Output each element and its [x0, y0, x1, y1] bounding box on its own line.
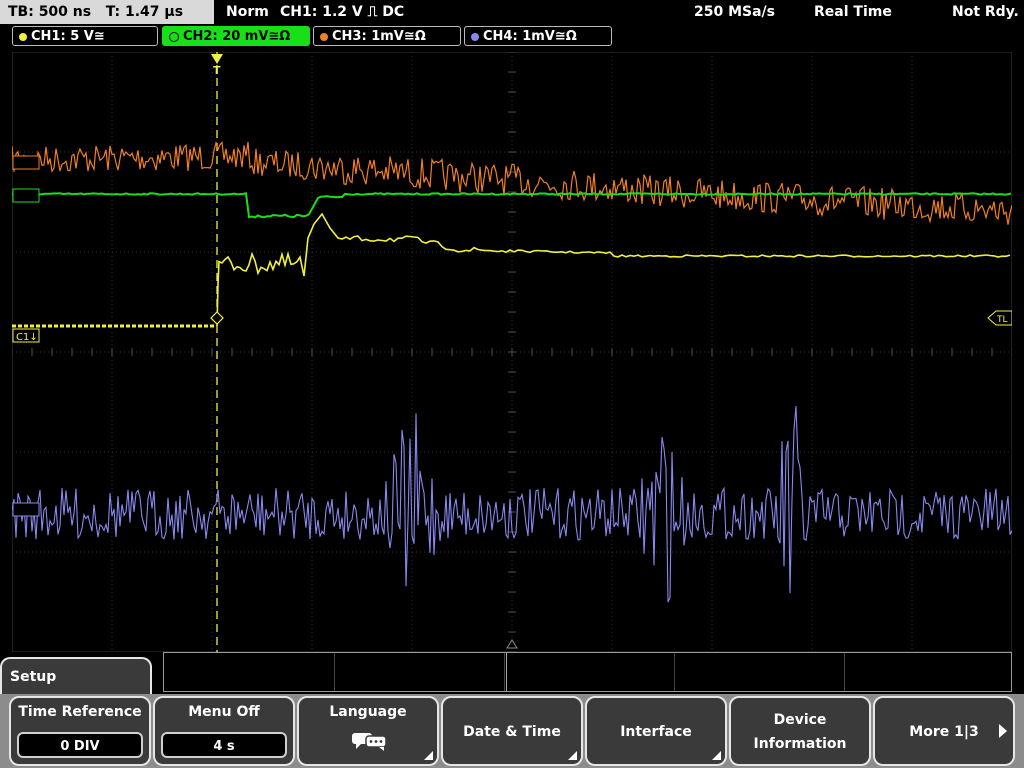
ch1-color-icon — [19, 32, 27, 41]
ch2-color-icon — [169, 31, 179, 42]
trigger-time-value: T: 1.47 µs — [105, 4, 184, 20]
menu-title-tab: Setup — [0, 657, 152, 697]
channel-bar: CH1: 5 V≅ CH2: 20 mV≅Ω CH3: 1mV≅Ω CH4: 1… — [0, 26, 1024, 48]
ch3-button[interactable]: CH3: 1mV≅Ω — [313, 26, 461, 46]
more-label: More 1|3 — [909, 724, 979, 740]
ch1-label: CH1: 5 V≅ — [31, 29, 105, 44]
acquisition-mode: Real Time — [814, 4, 892, 20]
date-time-label: Date & Time — [463, 724, 561, 740]
date-time-softkey[interactable]: Date & Time — [441, 696, 583, 766]
ch1-offset-marker[interactable]: C1↓ — [16, 332, 38, 343]
trigger-level-marker[interactable]: TL — [996, 315, 1008, 325]
time-reference-label: Time Reference — [18, 704, 142, 720]
ch3-label: CH3: 1mV≅Ω — [332, 29, 426, 44]
ch2-label: CH2: 20 mV≅Ω — [183, 29, 291, 44]
acquisition-status: Not Rdy. — [952, 4, 1019, 20]
ch2-offset-marker — [12, 188, 40, 203]
next-page-arrow-icon — [999, 724, 1007, 738]
device-information-line2: Information — [753, 736, 847, 752]
ch4-color-icon — [471, 32, 479, 41]
ch1-button[interactable]: CH1: 5 V≅ — [12, 26, 158, 46]
device-information-line1: Device — [773, 712, 827, 728]
overview-strip — [163, 652, 1012, 692]
ch4-offset-marker — [12, 502, 40, 517]
timebase-value: TB: 500 ns — [8, 4, 92, 20]
ch3-offset-marker — [12, 155, 40, 170]
ch3-color-icon — [320, 32, 328, 41]
menu-off-softkey[interactable]: Menu Off 4 s — [153, 696, 295, 766]
language-label: Language — [329, 704, 407, 720]
menu-off-value: 4 s — [161, 732, 287, 758]
submenu-corner-icon — [712, 751, 721, 760]
ch2-button[interactable]: CH2: 20 mV≅Ω — [162, 26, 310, 46]
waveform-display[interactable]: T C1↓ TL — [12, 52, 1012, 652]
device-information-softkey[interactable]: Device Information — [729, 696, 871, 766]
trigger-source[interactable]: CH1: 1.2 V ⎍ DC — [280, 0, 404, 24]
trigger-mode[interactable]: Norm — [226, 0, 269, 24]
more-softkey[interactable]: More 1|3 — [873, 696, 1015, 766]
sample-rate: 250 MSa/s — [694, 4, 776, 20]
ch4-label: CH4: 1mV≅Ω — [483, 29, 577, 44]
language-softkey[interactable]: Language — [297, 696, 439, 766]
time-reference-softkey[interactable]: Time Reference 0 DIV — [9, 696, 151, 766]
speech-bubbles-icon — [352, 733, 387, 751]
time-reference-value: 0 DIV — [17, 732, 143, 758]
interface-label: Interface — [620, 724, 692, 740]
menu-off-label: Menu Off — [188, 704, 260, 720]
trigger-t-marker: T — [213, 64, 221, 77]
status-bar: TB: 500 ns T: 1.47 µs Norm CH1: 1.2 V ⎍ … — [0, 0, 1024, 24]
submenu-corner-icon — [568, 751, 577, 760]
ch4-button[interactable]: CH4: 1mV≅Ω — [464, 26, 612, 46]
timebase-readout[interactable]: TB: 500 ns T: 1.47 µs — [0, 0, 214, 24]
interface-softkey[interactable]: Interface — [585, 696, 727, 766]
menu-title: Setup — [10, 669, 57, 685]
submenu-corner-icon — [424, 751, 433, 760]
